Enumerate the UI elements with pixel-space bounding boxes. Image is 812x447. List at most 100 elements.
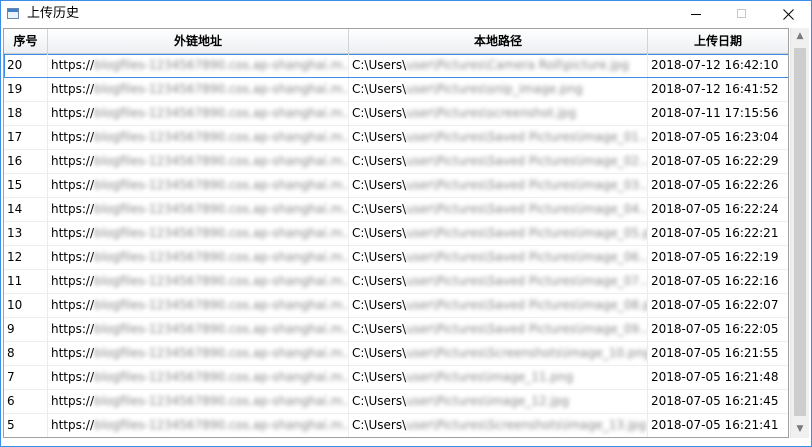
cell-upload-date[interactable]: 2018-07-05 16:21:55 bbox=[648, 342, 788, 365]
cell-url[interactable]: https://blogfiles-1234567890.cos.ap-shan… bbox=[48, 318, 349, 341]
cell-upload-date[interactable]: 2018-07-05 16:22:19 bbox=[648, 246, 788, 269]
cell-local-path[interactable]: C:\Users\user\Pictures\Screenshots\image… bbox=[349, 342, 648, 365]
app-window-icon bbox=[7, 8, 19, 19]
column-header-local-path[interactable]: 本地路径 bbox=[349, 29, 648, 53]
cell-upload-date[interactable]: 2018-07-05 16:22:05 bbox=[648, 318, 788, 341]
column-header-url[interactable]: 外链地址 bbox=[48, 29, 349, 53]
cell-index[interactable]: 6 bbox=[4, 390, 48, 413]
cell-url[interactable]: https://blogfiles-1234567890.cos.ap-shan… bbox=[48, 366, 349, 389]
cell-local-path[interactable]: C:\Users\user\Pictures\image_12.jpg bbox=[349, 390, 648, 413]
column-header-index[interactable]: 序号 bbox=[4, 29, 48, 53]
cell-local-path[interactable]: C:\Users\user\Pictures\Saved Pictures\im… bbox=[349, 270, 648, 293]
table-row[interactable]: 5 https://blogfiles-1234567890.cos.ap-sha… bbox=[4, 414, 788, 437]
table-row[interactable]: 8 https://blogfiles-1234567890.cos.ap-sha… bbox=[4, 342, 788, 366]
cell-url[interactable]: https://blogfiles-1234567890.cos.ap-shan… bbox=[48, 126, 349, 149]
title-bar[interactable]: 上传历史 bbox=[1, 1, 811, 28]
cell-upload-date[interactable]: 2018-07-11 17:15:56 bbox=[648, 102, 788, 125]
cell-upload-date[interactable]: 2018-07-12 16:42:10 bbox=[648, 54, 788, 77]
cell-upload-date[interactable]: 2018-07-05 16:21:48 bbox=[648, 366, 788, 389]
cell-url[interactable]: https://blogfiles-1234567890.cos.ap-shan… bbox=[48, 246, 349, 269]
table-row[interactable]: 19 https://blogfiles-1234567890.cos.ap-sh… bbox=[4, 78, 788, 102]
cell-local-path[interactable]: C:\Users\user\Pictures\Saved Pictures\im… bbox=[349, 246, 648, 269]
cell-local-path[interactable]: C:\Users\user\Pictures\Saved Pictures\im… bbox=[349, 126, 648, 149]
url-prefix: https:// bbox=[51, 202, 95, 216]
scroll-up-icon[interactable]: ▲ bbox=[791, 28, 809, 45]
cell-local-path[interactable]: C:\Users\user\Pictures\Saved Pictures\im… bbox=[349, 318, 648, 341]
cell-url[interactable]: https://blogfiles-1234567890.cos.ap-shan… bbox=[48, 342, 349, 365]
cell-upload-date[interactable]: 2018-07-05 16:22:26 bbox=[648, 174, 788, 197]
cell-upload-date[interactable]: 2018-07-12 16:41:52 bbox=[648, 78, 788, 101]
scroll-down-icon[interactable]: ▼ bbox=[791, 421, 809, 438]
cell-upload-date[interactable]: 2018-07-05 16:22:24 bbox=[648, 198, 788, 221]
cell-index[interactable]: 20 bbox=[4, 54, 48, 77]
cell-index[interactable]: 19 bbox=[4, 78, 48, 101]
column-header-upload-date[interactable]: 上传日期 bbox=[648, 29, 788, 53]
cell-index[interactable]: 12 bbox=[4, 246, 48, 269]
url-redacted: blogfiles-1234567890.cos.ap-shanghai.m..… bbox=[94, 178, 349, 192]
cell-local-path[interactable]: C:\Users\user\Pictures\image_11.png bbox=[349, 366, 648, 389]
table-row[interactable]: 9 https://blogfiles-1234567890.cos.ap-sha… bbox=[4, 318, 788, 342]
cell-url[interactable]: https://blogfiles-1234567890.cos.ap-shan… bbox=[48, 102, 349, 125]
path-prefix: C:\Users\ bbox=[352, 178, 407, 192]
cell-upload-date[interactable]: 2018-07-05 16:22:16 bbox=[648, 270, 788, 293]
cell-local-path[interactable]: C:\Users\user\Pictures\snip_image.png bbox=[349, 78, 648, 101]
close-button[interactable] bbox=[765, 1, 811, 28]
cell-index[interactable]: 5 bbox=[4, 414, 48, 437]
table-row[interactable]: 11 https://blogfiles-1234567890.cos.ap-sh… bbox=[4, 270, 788, 294]
vertical-scrollbar[interactable]: ▲ ▼ bbox=[790, 28, 809, 438]
cell-upload-date[interactable]: 2018-07-05 16:22:21 bbox=[648, 222, 788, 245]
cell-local-path[interactable]: C:\Users\user\Pictures\screenshot.jpg bbox=[349, 102, 648, 125]
table-row[interactable]: 17 https://blogfiles-1234567890.cos.ap-sh… bbox=[4, 126, 788, 150]
cell-index[interactable]: 9 bbox=[4, 318, 48, 341]
table-row[interactable]: 20 https://blogfiles-1234567890.cos.ap-sh… bbox=[4, 54, 788, 78]
table-row[interactable]: 6 https://blogfiles-1234567890.cos.ap-sha… bbox=[4, 390, 788, 414]
table-row[interactable]: 7 https://blogfiles-1234567890.cos.ap-sha… bbox=[4, 366, 788, 390]
cell-url[interactable]: https://blogfiles-1234567890.cos.ap-shan… bbox=[48, 198, 349, 221]
cell-index[interactable]: 14 bbox=[4, 198, 48, 221]
cell-url[interactable]: https://blogfiles-1234567890.cos.ap-shan… bbox=[48, 78, 349, 101]
cell-index[interactable]: 17 bbox=[4, 126, 48, 149]
cell-index[interactable]: 16 bbox=[4, 150, 48, 173]
cell-upload-date[interactable]: 2018-07-05 16:21:45 bbox=[648, 390, 788, 413]
table-row[interactable]: 13 https://blogfiles-1234567890.cos.ap-sh… bbox=[4, 222, 788, 246]
cell-upload-date[interactable]: 2018-07-05 16:23:04 bbox=[648, 126, 788, 149]
cell-local-path[interactable]: C:\Users\user\Pictures\Camera Roll\pictu… bbox=[349, 54, 648, 77]
cell-local-path[interactable]: C:\Users\user\Pictures\Saved Pictures\im… bbox=[349, 294, 648, 317]
cell-local-path[interactable]: C:\Users\user\Pictures\Saved Pictures\im… bbox=[349, 222, 648, 245]
cell-upload-date[interactable]: 2018-07-05 16:22:07 bbox=[648, 294, 788, 317]
maximize-button[interactable] bbox=[719, 1, 765, 28]
scrollbar-thumb[interactable] bbox=[794, 48, 806, 416]
path-redacted: user\Pictures\Screenshots\image_13.jpg bbox=[406, 418, 647, 432]
cell-local-path[interactable]: C:\Users\user\Pictures\Screenshots\image… bbox=[349, 414, 648, 437]
cell-url[interactable]: https://blogfiles-1234567890.cos.ap-shan… bbox=[48, 54, 349, 77]
cell-url[interactable]: https://blogfiles-1234567890.cos.ap-shan… bbox=[48, 174, 349, 197]
cell-index[interactable]: 13 bbox=[4, 222, 48, 245]
cell-local-path[interactable]: C:\Users\user\Pictures\Saved Pictures\im… bbox=[349, 174, 648, 197]
cell-url[interactable]: https://blogfiles-1234567890.cos.ap-shan… bbox=[48, 390, 349, 413]
cell-upload-date[interactable]: 2018-07-05 16:21:41 bbox=[648, 414, 788, 437]
cell-url[interactable]: https://blogfiles-1234567890.cos.ap-shan… bbox=[48, 150, 349, 173]
cell-url[interactable]: https://blogfiles-1234567890.cos.ap-shan… bbox=[48, 222, 349, 245]
table-row[interactable]: 16 https://blogfiles-1234567890.cos.ap-sh… bbox=[4, 150, 788, 174]
table-row[interactable]: 10 https://blogfiles-1234567890.cos.ap-sh… bbox=[4, 294, 788, 318]
cell-local-path[interactable]: C:\Users\user\Pictures\Saved Pictures\im… bbox=[349, 150, 648, 173]
cell-index[interactable]: 15 bbox=[4, 174, 48, 197]
minimize-button[interactable] bbox=[673, 1, 719, 28]
cell-index[interactable]: 10 bbox=[4, 294, 48, 317]
table-row[interactable]: 15 https://blogfiles-1234567890.cos.ap-sh… bbox=[4, 174, 788, 198]
cell-index[interactable]: 8 bbox=[4, 342, 48, 365]
table-row[interactable]: 14 https://blogfiles-1234567890.cos.ap-sh… bbox=[4, 198, 788, 222]
upload-date: 2018-07-05 16:21:55 bbox=[651, 346, 779, 360]
cell-index[interactable]: 18 bbox=[4, 102, 48, 125]
table-row[interactable]: 18 https://blogfiles-1234567890.cos.ap-sh… bbox=[4, 102, 788, 126]
cell-upload-date[interactable]: 2018-07-05 16:22:29 bbox=[648, 150, 788, 173]
cell-index[interactable]: 11 bbox=[4, 270, 48, 293]
cell-url[interactable]: https://blogfiles-1234567890.cos.ap-shan… bbox=[48, 294, 349, 317]
cell-url[interactable]: https://blogfiles-1234567890.cos.ap-shan… bbox=[48, 414, 349, 437]
cell-url[interactable]: https://blogfiles-1234567890.cos.ap-shan… bbox=[48, 270, 349, 293]
cell-index[interactable]: 7 bbox=[4, 366, 48, 389]
table-row[interactable]: 12 https://blogfiles-1234567890.cos.ap-sh… bbox=[4, 246, 788, 270]
url-prefix: https:// bbox=[51, 58, 95, 72]
url-redacted: blogfiles-1234567890.cos.ap-shanghai.m..… bbox=[94, 370, 349, 384]
cell-local-path[interactable]: C:\Users\user\Pictures\Saved Pictures\im… bbox=[349, 198, 648, 221]
